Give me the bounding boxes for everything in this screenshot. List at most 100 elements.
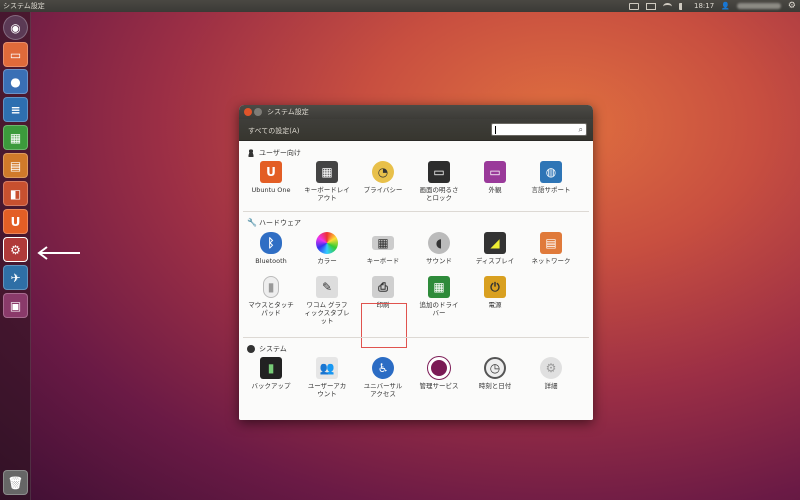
privacy-icon: ◔ [372,161,394,183]
item-label: バックアップ [251,382,291,390]
sound-icon: ◖ [428,232,450,254]
color-icon [316,232,338,254]
files-launcher-icon[interactable]: ▭ [3,42,28,67]
volume-indicator-icon[interactable] [679,2,688,10]
user-icon[interactable]: 👤 [721,0,730,12]
setting-display[interactable]: ◢ ディスプレイ [467,232,523,265]
window-titlebar[interactable]: システム設定 [239,105,593,119]
printing-highlight-box [361,303,407,348]
section-personal-header: ユーザー向け [247,148,301,158]
person-icon [247,149,255,157]
section-divider [243,337,589,338]
item-label: 画面の明るさ とロック [419,186,459,202]
ubuntu-one-icon: U [260,161,282,183]
writer-launcher-icon[interactable]: ≡ [3,97,28,122]
setting-bluetooth[interactable]: ᛒ Bluetooth [243,232,299,265]
management-service-icon [428,357,450,379]
universal-access-icon: ♿ [372,357,394,379]
search-icon[interactable]: ⌕ [579,124,583,135]
system-settings-launcher-icon[interactable]: ⚙ [3,237,28,262]
dash-home-icon[interactable]: ◉ [3,15,28,40]
search-input[interactable]: ⌕ [491,123,587,136]
wifi-indicator-icon[interactable] [663,2,673,10]
setting-ubuntu-one[interactable]: U Ubuntu One [243,161,299,194]
setting-backup[interactable]: ▮ バックアップ [243,357,299,390]
section-title: ユーザー向け [259,149,301,157]
pointer-arrow-icon [37,246,80,260]
setting-network[interactable]: ▤ ネットワーク [523,232,579,265]
setting-keyboard-layout[interactable]: ▦ キーボードレイ アウト [299,161,355,202]
section-hardware-header: 🔧 ハードウェア [247,218,301,228]
session-gear-icon[interactable]: ⚙ [788,0,796,12]
setting-management-service[interactable]: 管理サービス [411,357,467,390]
setting-appearance[interactable]: ▭ 外観 [467,161,523,194]
setting-wacom-tablet[interactable]: ✎ ワコム グラフ ィックスタブレ ット [299,276,355,325]
item-label: 管理サービス [419,382,459,390]
section-title: システム [259,345,287,353]
trash-icon[interactable]: 🗑 [3,470,28,495]
setting-color[interactable]: カラー [299,232,355,265]
launcher: ◉ ▭ ● ≡ ▦ ▤ ◧ U ⚙ ✈ ▣ 🗑 [0,12,31,500]
firefox-launcher-icon[interactable]: ● [3,69,28,94]
all-settings-button[interactable]: すべての設定(A) [248,126,299,136]
active-app-title: システム設定 [3,2,45,10]
item-label: ネットワーク [531,257,571,265]
mouse-icon: ▮ [263,276,279,298]
bluetooth-icon: ᛒ [260,232,282,254]
setting-universal-access[interactable]: ♿ ユニバーサル アクセス [355,357,411,398]
item-label: 外観 [488,186,502,194]
setting-user-accounts[interactable]: 👥 ユーザーアカ ウント [299,357,355,398]
printer-icon: ⎙ [372,276,394,298]
setting-language[interactable]: ◍ 言語サポート [523,161,579,194]
window-toolbar: すべての設定(A) ⌕ [239,119,593,141]
drivers-icon: ▦ [428,276,450,298]
brightness-lock-icon: ▭ [428,161,450,183]
item-label: ワコム グラフ ィックスタブレ ット [304,301,350,325]
backup-icon: ▮ [260,357,282,379]
display-icon: ◢ [484,232,506,254]
minimize-button[interactable] [254,108,262,116]
impress-launcher-icon[interactable]: ▤ [3,153,28,178]
item-label: 言語サポート [531,186,571,194]
mail-indicator-icon[interactable] [646,2,657,10]
wacom-icon: ✎ [316,276,338,298]
time-date-icon: ◷ [484,357,506,379]
username-blurred[interactable] [736,3,781,9]
item-label: 時刻と日付 [478,382,512,390]
section-system-header: システム [247,344,287,354]
details-icon: ⚙ [540,357,562,379]
setting-details[interactable]: ⚙ 詳細 [523,357,579,390]
system-icon [247,345,255,353]
item-label: Bluetooth [255,257,287,265]
setting-mouse-touchpad[interactable]: ▮ マウスとタッチ パッド [243,276,299,317]
item-label: ユーザーアカ ウント [307,382,347,398]
keyboard-indicator-icon[interactable] [629,2,640,10]
item-label: サウンド [426,257,452,265]
item-label: Ubuntu One [251,186,291,194]
clock[interactable]: 18:17 [694,0,714,12]
setting-keyboard[interactable]: ▦ キーボード [355,232,411,265]
software-center-launcher-icon[interactable]: ◧ [3,181,28,206]
workspace-switcher-icon[interactable]: ▣ [3,293,28,318]
window-title: システム設定 [267,108,309,116]
setting-brightness-lock[interactable]: ▭ 画面の明るさ とロック [411,161,467,202]
setting-privacy[interactable]: ◔ プライバシー [355,161,411,194]
ubuntu-one-launcher-icon[interactable]: U [3,209,28,234]
setting-sound[interactable]: ◖ サウンド [411,232,467,265]
setting-additional-drivers[interactable]: ▦ 追加のドライ バー [411,276,467,317]
item-label: ディスプレイ [475,257,515,265]
thunderbird-launcher-icon[interactable]: ✈ [3,265,28,290]
settings-content: ユーザー向け U Ubuntu One ▦ キーボードレイ アウト ◔ プライバ… [239,141,593,420]
text-caret [495,126,496,134]
power-icon: ⏻ [484,276,506,298]
item-label: カラー [317,257,337,265]
indicator-area: 18:17 👤 ⚙ [629,0,796,12]
calc-launcher-icon[interactable]: ▦ [3,125,28,150]
setting-time-date[interactable]: ◷ 時刻と日付 [467,357,523,390]
keyboard-icon: ▦ [372,236,394,250]
setting-power[interactable]: ⏻ 電源 [467,276,523,309]
close-button[interactable] [244,108,252,116]
item-label: キーボード [366,257,400,265]
item-label: プライバシー [363,186,403,194]
network-icon: ▤ [540,232,562,254]
